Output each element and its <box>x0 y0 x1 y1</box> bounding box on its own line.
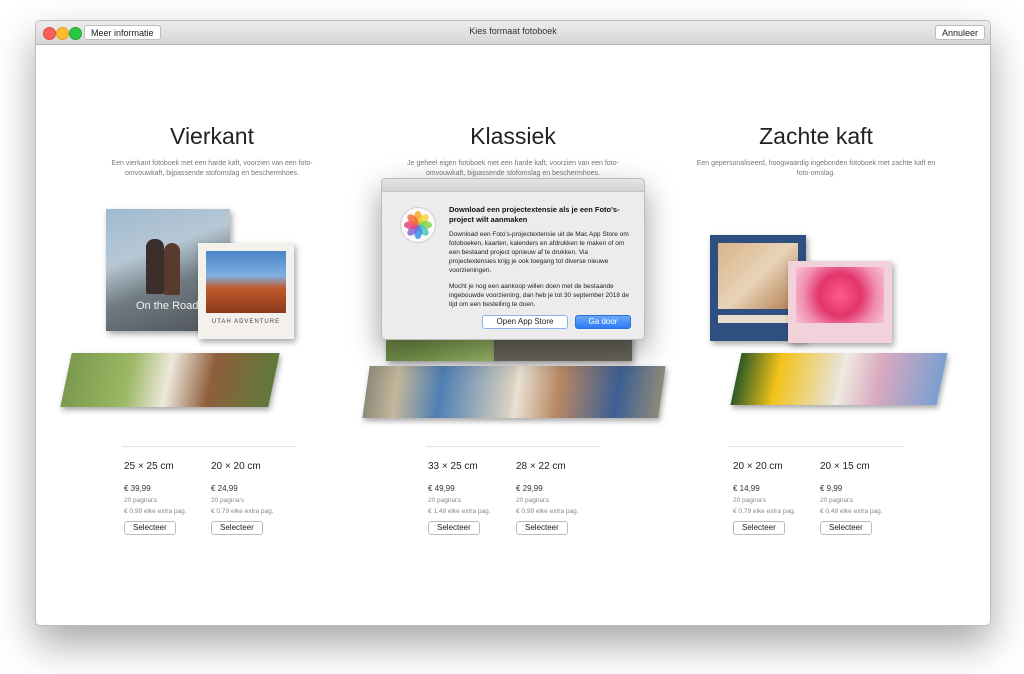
size-price: € 39,99 <box>124 484 151 493</box>
divider <box>122 446 296 447</box>
format-column-softcover: Zachte kaft Een gepersonaliseerd, hoogwa… <box>686 121 946 179</box>
select-button[interactable]: Selecteer <box>428 521 480 535</box>
size-pages: 20 pagina's <box>733 497 767 504</box>
format-description: Een gepersonaliseerd, hoogwaardig ingebo… <box>696 160 936 177</box>
open-softcover-book <box>730 353 948 405</box>
select-button[interactable]: Selecteer <box>211 521 263 535</box>
title-bar: Meer informatie Kies formaat fotoboek An… <box>36 21 990 45</box>
format-column-classic: Klassiek Je geheel eigen fotoboek met ee… <box>383 121 643 179</box>
divider <box>729 446 903 447</box>
dialog-top-bar <box>382 179 644 192</box>
size-price: € 24,99 <box>211 484 238 493</box>
format-column-square: Vierkant Een vierkant fotoboek met een h… <box>82 121 342 179</box>
divider <box>426 446 600 447</box>
select-button[interactable]: Selecteer <box>124 521 176 535</box>
size-extra-page-price: € 0,49 elke extra pag. <box>820 508 883 515</box>
size-dimensions: 20 × 20 cm <box>733 461 783 472</box>
cancel-button[interactable]: Annuleer <box>934 25 985 40</box>
size-pages: 20 pagina's <box>211 497 245 504</box>
dialog-message-secondary: Mocht je nog een aankoop willen doen met… <box>449 283 629 308</box>
cover-title: UTAH ADVENTURE <box>211 319 281 325</box>
size-extra-page-price: € 0,79 elke extra pag. <box>211 508 274 515</box>
window-title: Kies formaat fotoboek <box>469 26 557 36</box>
format-title: Zachte kaft <box>759 123 873 149</box>
format-title: Klassiek <box>470 123 556 149</box>
size-price: € 29,99 <box>516 484 543 493</box>
size-extra-page-price: € 0,99 elke extra pag. <box>516 508 579 515</box>
dialog-message: Download een Foto's-projectextensie uit … <box>449 231 629 274</box>
photobook-window: Meer informatie Kies formaat fotoboek An… <box>35 20 991 626</box>
size-pages: 20 pagina's <box>124 497 158 504</box>
open-app-store-button[interactable]: Open App Store <box>482 315 568 329</box>
select-button[interactable]: Selecteer <box>820 521 872 535</box>
softcover-book-flower <box>788 261 892 343</box>
size-option: 20 × 20 cm € 24,99 20 pagina's € 0,79 el… <box>211 461 301 535</box>
select-button[interactable]: Selecteer <box>733 521 785 535</box>
size-option: 28 × 22 cm € 29,99 20 pagina's € 0,99 el… <box>516 461 606 535</box>
size-option: 25 × 25 cm € 39,99 20 pagina's € 0,99 el… <box>124 461 214 535</box>
size-dimensions: 20 × 20 cm <box>211 461 261 472</box>
continue-button[interactable]: Ga door <box>575 315 631 329</box>
photos-icon <box>404 211 432 239</box>
size-dimensions: 33 × 25 cm <box>428 461 478 472</box>
format-description: Je geheel eigen fotoboek met een harde k… <box>407 160 619 177</box>
select-button[interactable]: Selecteer <box>516 521 568 535</box>
book-cover-utah-adventure: UTAH ADVENTURE <box>198 243 294 339</box>
size-pages: 20 pagina's <box>516 497 550 504</box>
size-pages: 20 pagina's <box>428 497 462 504</box>
size-dimensions: 28 × 22 cm <box>516 461 566 472</box>
size-dimensions: 25 × 25 cm <box>124 461 174 472</box>
size-option: 20 × 20 cm € 14,99 20 pagina's € 0,79 el… <box>733 461 823 535</box>
open-square-book <box>60 353 280 407</box>
open-classic-book <box>362 366 666 418</box>
size-extra-page-price: € 0,99 elke extra pag. <box>124 508 187 515</box>
size-pages: 20 pagina's <box>820 497 854 504</box>
size-dimensions: 20 × 15 cm <box>820 461 870 472</box>
size-option: 33 × 25 cm € 49,99 20 pagina's € 1,49 el… <box>428 461 518 535</box>
size-extra-page-price: € 0,79 elke extra pag. <box>733 508 796 515</box>
format-description: Een vierkant fotoboek met een harde kaft… <box>111 160 313 177</box>
size-option: 20 × 15 cm € 9,99 20 pagina's € 0,49 elk… <box>820 461 910 535</box>
format-title: Vierkant <box>170 123 254 149</box>
size-extra-page-price: € 1,49 elke extra pag. <box>428 508 491 515</box>
size-price: € 9,99 <box>820 484 843 493</box>
photos-app-icon <box>400 207 436 243</box>
project-extension-dialog: Download een projectextensie als je een … <box>381 178 645 340</box>
size-price: € 14,99 <box>733 484 760 493</box>
size-price: € 49,99 <box>428 484 455 493</box>
dialog-title: Download een projectextensie als je een … <box>449 205 620 224</box>
cover-title: On the Road <box>136 300 199 312</box>
